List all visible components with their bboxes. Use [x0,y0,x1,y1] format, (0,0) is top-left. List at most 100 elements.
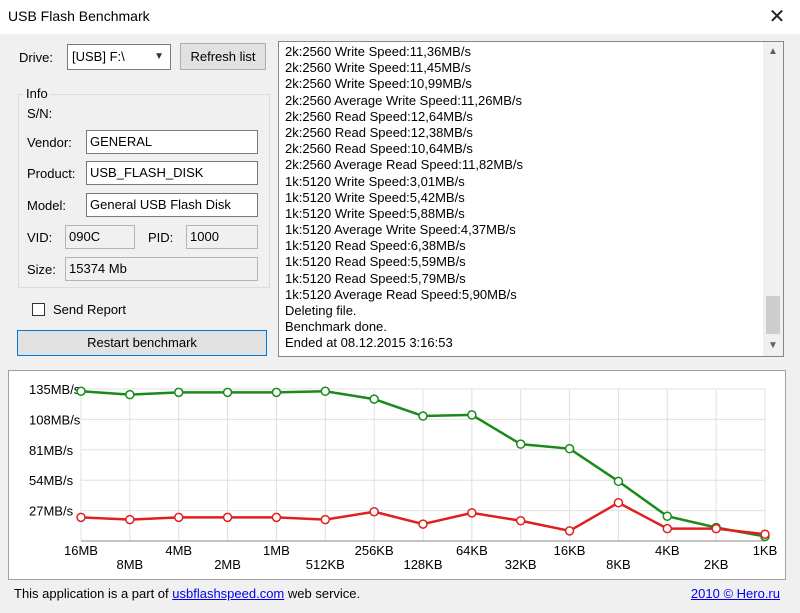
data-point [222,387,233,398]
x-tick-label: 16MB [64,543,98,558]
send-report-label[interactable]: Send Report [53,302,126,317]
x-tick-label: 1MB [263,543,290,558]
vendor-label: Vendor: [27,135,72,150]
y-tick-label: 135MB/s [29,382,81,397]
data-point [271,387,282,398]
footer-text-after: web service. [284,586,361,601]
vid-field: 090C [65,225,135,249]
data-point [125,389,135,400]
data-point [320,514,331,525]
log-line: Benchmark done. [285,319,387,335]
footer-text-before: This application is a part of [14,586,173,601]
log-line: 2k:2560 Read Speed:12,38MB/s [285,124,473,140]
y-tick-label: 54MB/s [29,473,74,488]
log-line: 2k:2560 Read Speed:10,64MB/s [285,141,473,157]
data-point [173,512,184,523]
data-point [125,514,135,525]
model-label: Model: [27,198,67,213]
usbflashspeed-link[interactable]: usbflashspeed.com [172,586,284,601]
footer-text: This application is a part of usbflashsp… [14,586,360,601]
data-point [467,410,477,420]
y-tick-label: 27MB/s [29,504,74,519]
data-point [467,508,477,518]
log-line: 1k:5120 Average Write Speed:4,37MB/s [285,222,516,238]
info-group-label: Info [24,86,50,101]
log-list[interactable]: 2k:2560 Write Speed:11,36MB/s 2k:2560 Wri… [278,41,784,357]
data-point [613,476,624,487]
refresh-list-button[interactable]: Refresh list [180,43,266,70]
x-tick-label: 32KB [505,557,537,572]
log-line: 2k:2560 Average Read Speed:11,82MB/s [285,157,524,173]
x-tick-label: 8MB [116,557,143,572]
log-line: 1k:5120 Write Speed:3,01MB/s [285,173,465,189]
log-lines: 2k:2560 Write Speed:11,36MB/s 2k:2560 Wri… [285,44,759,352]
data-point [271,512,282,523]
data-point [76,386,86,397]
restart-benchmark-button[interactable]: Restart benchmark [17,330,267,356]
scroll-thumb[interactable] [766,296,780,334]
drive-select[interactable]: [USB] F:\ ▼ [67,44,171,70]
log-line: Ended at 08.12.2015 3:16:53 [285,335,453,351]
log-scrollbar[interactable]: ▲ ▼ [763,42,783,356]
x-tick-label: 512KB [306,557,345,572]
data-point [369,394,379,404]
speed-chart: 135MB/s 108MB/s 81MB/s 54MB/s 27MB/s 16MB 8MB 4… [8,370,786,580]
log-line: 1k:5120 Write Speed:5,88MB/s [285,205,465,221]
x-tick-label: 2KB [704,557,729,572]
data-point [515,515,526,526]
product-label: Product: [27,166,76,181]
data-point [320,386,331,397]
scroll-down-icon[interactable]: ▼ [763,336,783,356]
title-bar: USB Flash Benchmark ✕ [0,0,800,34]
size-field: 15374 Mb [65,257,258,281]
data-point [222,512,233,523]
x-tick-label: 16KB [554,543,586,558]
x-tick-label: 256KB [355,543,394,558]
drive-label: Drive: [19,50,53,65]
data-point [564,526,575,536]
data-point [662,511,673,521]
drive-select-value: [USB] F:\ [72,49,125,64]
log-line: 2k:2560 Read Speed:12,64MB/s [285,108,473,124]
sn-label: S/N: [27,106,53,121]
log-line: 2k:2560 Write Speed:11,45MB/s [285,60,471,76]
speed-chart-svg: 135MB/s 108MB/s 81MB/s 54MB/s 27MB/s 16MB 8MB 4… [29,382,777,572]
vid-label: VID: [27,230,53,245]
data-point [760,529,770,539]
log-line: Deleting file. [285,303,357,318]
x-tick-label: 2MB [214,557,241,572]
data-point [613,497,624,508]
data-point [711,523,721,534]
log-line: 1k:5120 Write Speed:5,42MB/s [285,189,465,205]
log-line: 2k:2560 Write Speed:10,99MB/s [285,76,472,92]
x-tick-label: 4MB [165,543,192,558]
model-field[interactable]: General USB Flash Disk [86,193,258,217]
pid-label: PID: [148,230,174,245]
y-tick-label: 81MB/s [29,443,74,458]
x-tick-label: 128KB [403,557,442,572]
x-tick-label: 4KB [655,543,680,558]
log-line: 1k:5120 Average Read Speed:5,90MB/s [285,286,517,302]
data-point [369,506,379,517]
product-field[interactable]: USB_FLASH_DISK [86,161,258,185]
data-point [418,519,428,529]
send-report-checkbox[interactable] [32,303,45,316]
x-tick-label: 8KB [606,557,631,572]
y-tick-label: 108MB/s [29,412,81,427]
data-point [76,512,86,523]
chevron-down-icon: ▼ [154,51,164,62]
scroll-up-icon[interactable]: ▲ [763,42,783,62]
vendor-field[interactable]: GENERAL [86,130,258,154]
copyright-link[interactable]: 2010 © Hero.ru [691,586,780,601]
data-point [564,443,575,454]
log-line: 1k:5120 Read Speed:5,59MB/s [285,254,466,270]
log-line: 2k:2560 Average Write Speed:11,26MB/s [285,92,523,108]
close-icon[interactable]: ✕ [764,4,790,30]
size-label: Size: [27,262,56,277]
log-line: 1k:5120 Read Speed:6,38MB/s [285,238,466,254]
pid-field: 1000 [186,225,258,249]
data-point [173,387,184,398]
log-line: 2k:2560 Write Speed:11,36MB/s [285,44,471,59]
data-point [515,439,526,449]
window-title: USB Flash Benchmark [8,8,150,24]
